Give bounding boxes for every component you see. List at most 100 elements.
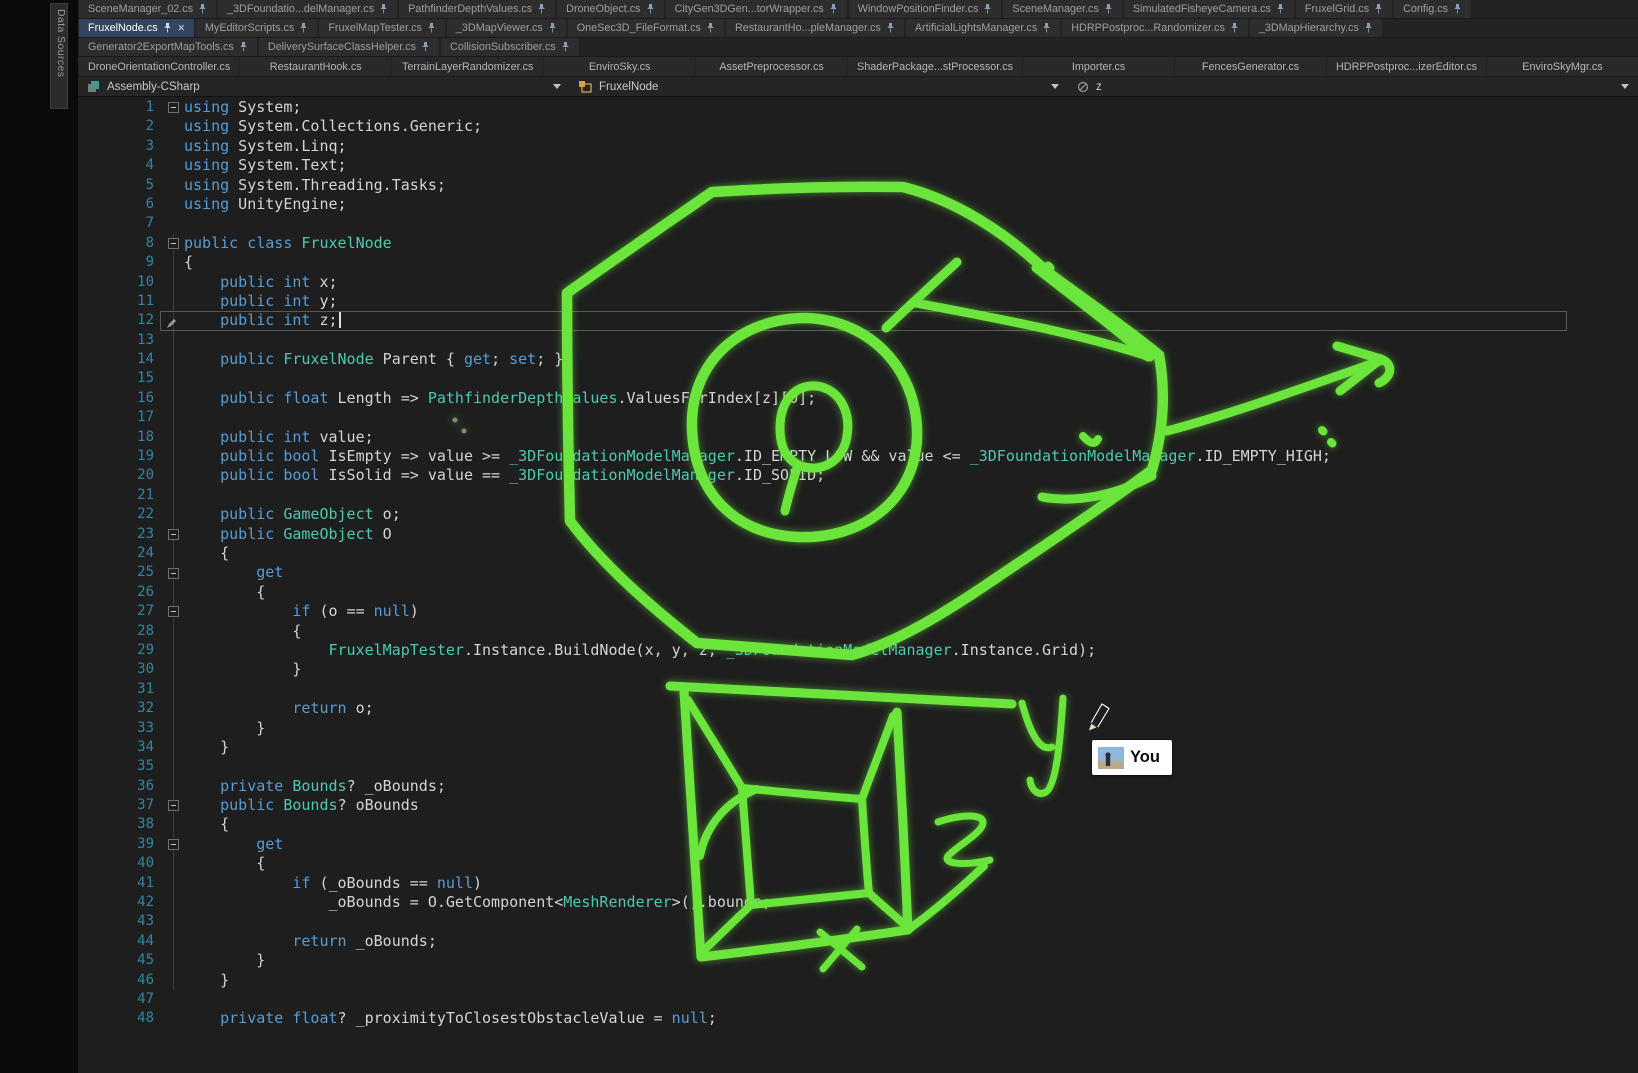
- pin-icon[interactable]: [198, 4, 207, 14]
- pin-icon[interactable]: [299, 23, 308, 33]
- code-line-19[interactable]: 19 public bool IsEmpty => value >= _3DFo…: [78, 447, 1567, 466]
- code-line-30[interactable]: 30 }: [78, 660, 1567, 679]
- pin-icon[interactable]: [1453, 4, 1462, 14]
- pin-icon[interactable]: [829, 4, 838, 14]
- fold-collapse-icon[interactable]: [168, 839, 179, 850]
- code-line-5[interactable]: 5using System.Threading.Tasks;: [78, 176, 1567, 195]
- code-line-31[interactable]: 31: [78, 680, 1567, 699]
- tab-restaurantho-plemanager-cs[interactable]: RestaurantHo...pleManager.cs: [726, 19, 904, 37]
- code-line-6[interactable]: 6using UnityEngine;: [78, 195, 1567, 214]
- data-sources-tab[interactable]: Data Sources: [50, 3, 68, 109]
- code-line-14[interactable]: 14 public FruxelNode Parent { get; set; …: [78, 350, 1567, 369]
- code-line-46[interactable]: 46 }: [78, 971, 1567, 990]
- code-line-34[interactable]: 34 }: [78, 738, 1567, 757]
- tab-assetpreprocessor-cs[interactable]: AssetPreprocessor.cs: [696, 57, 847, 76]
- tab-droneorientationcontroller-cs[interactable]: DroneOrientationController.cs: [79, 57, 239, 76]
- pin-icon[interactable]: [1230, 23, 1239, 33]
- pin-icon[interactable]: [163, 23, 172, 33]
- tab-deliverysurfaceclasshelper-cs[interactable]: DeliverySurfaceClassHelper.cs: [259, 38, 439, 56]
- code-line-39[interactable]: 39 get: [78, 835, 1567, 854]
- code-line-12[interactable]: 12 public int z;: [78, 311, 1567, 330]
- code-line-9[interactable]: 9{: [78, 253, 1567, 272]
- code-line-23[interactable]: 23 public GameObject O: [78, 525, 1567, 544]
- code-line-27[interactable]: 27 if (o == null): [78, 602, 1567, 621]
- fold-collapse-icon[interactable]: [168, 800, 179, 811]
- tab-windowpositionfinder-cs[interactable]: WindowPositionFinder.cs: [849, 0, 1002, 18]
- tab-artificiallightsmanager-cs[interactable]: ArtificialLightsManager.cs: [906, 19, 1060, 37]
- tab-terrainlayerrandomizer-cs[interactable]: TerrainLayerRandomizer.cs: [392, 57, 543, 76]
- tab-droneobject-cs[interactable]: DroneObject.cs: [557, 0, 663, 18]
- code-line-3[interactable]: 3using System.Linq;: [78, 137, 1567, 156]
- tab-onesec3d-fileformat-cs[interactable]: OneSec3D_FileFormat.cs: [568, 19, 724, 37]
- code-line-35[interactable]: 35: [78, 757, 1567, 776]
- pin-icon[interactable]: [1276, 4, 1285, 14]
- code-line-20[interactable]: 20 public bool IsSolid => value == _3DFo…: [78, 466, 1567, 485]
- fold-collapse-icon[interactable]: [168, 102, 179, 113]
- tab-hdrppostproc-izereditor-cs[interactable]: HDRPPostproc...izerEditor.cs: [1327, 57, 1486, 76]
- tab-simulatedfisheyecamera-cs[interactable]: SimulatedFisheyeCamera.cs: [1124, 0, 1294, 18]
- project-dropdown[interactable]: Assembly-CSharp: [78, 77, 570, 96]
- tab-restauranthook-cs[interactable]: RestaurantHook.cs: [240, 57, 391, 76]
- tab-shaderpackage-stprocessor-cs[interactable]: ShaderPackage...stProcessor.cs: [848, 57, 1022, 76]
- code-line-13[interactable]: 13: [78, 331, 1567, 350]
- code-line-18[interactable]: 18 public int value;: [78, 428, 1567, 447]
- pin-icon[interactable]: [1104, 4, 1113, 14]
- tab-envirosky-cs[interactable]: EnviroSky.cs: [544, 57, 695, 76]
- fold-collapse-icon[interactable]: [168, 568, 179, 579]
- code-line-1[interactable]: 1using System;: [78, 98, 1567, 117]
- tab-myeditorscripts-cs[interactable]: MyEditorScripts.cs: [196, 19, 317, 37]
- code-line-28[interactable]: 28 {: [78, 622, 1567, 641]
- code-line-43[interactable]: 43: [78, 912, 1567, 931]
- code-line-22[interactable]: 22 public GameObject o;: [78, 505, 1567, 524]
- pin-icon[interactable]: [561, 42, 570, 52]
- code-line-25[interactable]: 25 get: [78, 563, 1567, 582]
- code-line-26[interactable]: 26 {: [78, 583, 1567, 602]
- code-line-47[interactable]: 47: [78, 990, 1567, 1009]
- code-line-21[interactable]: 21: [78, 486, 1567, 505]
- pin-icon[interactable]: [1042, 23, 1051, 33]
- code-line-45[interactable]: 45 }: [78, 951, 1567, 970]
- code-line-44[interactable]: 44 return _oBounds;: [78, 932, 1567, 951]
- code-line-15[interactable]: 15: [78, 369, 1567, 388]
- pin-icon[interactable]: [1364, 23, 1373, 33]
- pin-icon[interactable]: [983, 4, 992, 14]
- tab-enviroskymgr-cs[interactable]: EnviroSkyMgr.cs: [1487, 57, 1638, 76]
- pin-icon[interactable]: [886, 23, 895, 33]
- type-dropdown[interactable]: FruxelNode: [570, 77, 1068, 96]
- code-line-41[interactable]: 41 if (_oBounds == null): [78, 874, 1567, 893]
- tab-fruxelgrid-cs[interactable]: FruxelGrid.cs: [1296, 0, 1392, 18]
- fold-collapse-icon[interactable]: [168, 529, 179, 540]
- code-line-42[interactable]: 42 _oBounds = O.GetComponent<MeshRendere…: [78, 893, 1567, 912]
- pin-icon[interactable]: [537, 4, 546, 14]
- code-line-40[interactable]: 40 {: [78, 854, 1567, 873]
- code-line-29[interactable]: 29 FruxelMapTester.Instance.BuildNode(x,…: [78, 641, 1567, 660]
- pin-icon[interactable]: [706, 23, 715, 33]
- tab-importer-cs[interactable]: Importer.cs: [1023, 57, 1174, 76]
- code-line-16[interactable]: 16 public float Length => PathfinderDept…: [78, 389, 1567, 408]
- tab-generator2exportmaptools-cs[interactable]: Generator2ExportMapTools.cs: [79, 38, 257, 56]
- tab-fencesgenerator-cs[interactable]: FencesGenerator.cs: [1175, 57, 1326, 76]
- tab-citygen3dgen-torwrapper-cs[interactable]: CityGen3DGen...torWrapper.cs: [666, 0, 847, 18]
- tab--3dmapviewer-cs[interactable]: _3DMapViewer.cs: [447, 19, 566, 37]
- fold-collapse-icon[interactable]: [168, 238, 179, 249]
- code-editor[interactable]: 1using System;2using System.Collections.…: [78, 98, 1638, 1073]
- tab--3dmaphierarchy-cs[interactable]: _3DMapHierarchy.cs: [1250, 19, 1382, 37]
- code-line-33[interactable]: 33 }: [78, 719, 1567, 738]
- tab-pathfinderdepthvalues-cs[interactable]: PathfinderDepthValues.cs: [399, 0, 555, 18]
- code-line-32[interactable]: 32 return o;: [78, 699, 1567, 718]
- pin-icon[interactable]: [421, 42, 430, 52]
- code-line-4[interactable]: 4using System.Text;: [78, 156, 1567, 175]
- member-dropdown[interactable]: z: [1068, 77, 1638, 96]
- pin-icon[interactable]: [239, 42, 248, 52]
- code-line-10[interactable]: 10 public int x;: [78, 273, 1567, 292]
- code-line-24[interactable]: 24 {: [78, 544, 1567, 563]
- tab-fruxelnode-cs[interactable]: FruxelNode.cs×: [79, 19, 194, 37]
- code-line-7[interactable]: 7: [78, 214, 1567, 233]
- pin-icon[interactable]: [1374, 4, 1383, 14]
- pin-icon[interactable]: [548, 23, 557, 33]
- tab-scenemanager-02-cs[interactable]: SceneManager_02.cs: [79, 0, 216, 18]
- pin-icon[interactable]: [427, 23, 436, 33]
- tab-fruxelmaptester-cs[interactable]: FruxelMapTester.cs: [319, 19, 445, 37]
- pin-icon[interactable]: [379, 4, 388, 14]
- code-line-38[interactable]: 38 {: [78, 815, 1567, 834]
